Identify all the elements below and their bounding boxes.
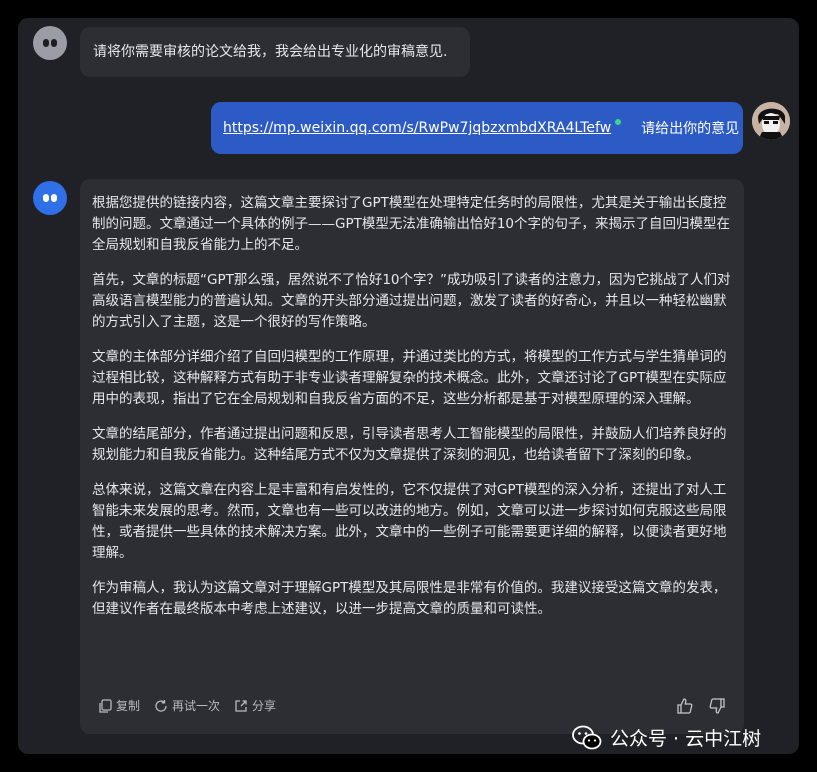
avatar-eye <box>43 39 49 47</box>
thumbs-up-button[interactable] <box>676 697 694 719</box>
watermark: 公众号 · 云中江树 <box>572 724 761 751</box>
retry-button[interactable]: 再试一次 <box>154 697 220 714</box>
message-actions: 复制 再试一次 分享 <box>98 697 290 714</box>
user-message: https://mp.weixin.qq.com/s/RwPw7jqbzxmbd… <box>211 102 743 154</box>
assistant-paragraph: 文章的主体部分详细介绍了自回归模型的工作原理，并通过类比的方式，将模型的工作方式… <box>92 349 727 407</box>
user-message-text: 请给出你的意见 <box>641 121 740 137</box>
avatar-eye <box>43 194 49 202</box>
avatar-eye <box>51 194 57 202</box>
thumbs-down-icon <box>709 698 725 714</box>
thumbs-down-button[interactable] <box>708 697 726 719</box>
assistant-paragraph: 首先，文章的标题“GPT那么强，居然说不了恰好10个字？”成功吸引了读者的注意力… <box>92 272 731 330</box>
system-avatar <box>33 26 67 60</box>
system-message-text: 请将你需要审核的论文给我，我会给出专业化的审稿意见. <box>93 44 448 60</box>
assistant-paragraph: 作为审稿人，我认为这篇文章对于理解GPT模型及其局限性是非常有价值的。我建议接受… <box>92 580 727 617</box>
article-link[interactable]: https://mp.weixin.qq.com/s/RwPw7jqbzxmbd… <box>223 120 611 136</box>
system-message: 请将你需要审核的论文给我，我会给出专业化的审稿意见. <box>80 27 470 77</box>
wechat-icon <box>572 725 602 749</box>
copy-label: 复制 <box>116 699 141 713</box>
share-icon <box>235 699 247 712</box>
thumbs-up-icon <box>677 698 693 714</box>
assistant-paragraph: 总体来说，这篇文章在内容上是丰富和有启发性的，它不仅提供了对GPT模型的深入分析… <box>92 482 727 561</box>
watermark-text: 公众号 · 云中江树 <box>610 728 762 750</box>
user-avatar-image <box>752 102 790 140</box>
retry-label: 再试一次 <box>172 699 221 713</box>
assistant-avatar <box>33 181 67 215</box>
copy-button[interactable]: 复制 <box>98 697 140 714</box>
share-button[interactable]: 分享 <box>234 697 276 714</box>
share-label: 分享 <box>252 699 277 713</box>
refresh-icon <box>155 699 167 712</box>
status-dot <box>615 119 622 125</box>
chat-window: 请将你需要审核的论文给我，我会给出专业化的审稿意见. https://mp.we… <box>18 18 799 754</box>
assistant-message: 根据您提供的链接内容，这篇文章主要探讨了GPT模型在处理特定任务时的局限性，尤其… <box>80 179 744 734</box>
user-avatar <box>752 102 790 140</box>
copy-icon <box>99 698 112 713</box>
assistant-paragraph: 根据您提供的链接内容，这篇文章主要探讨了GPT模型在处理特定任务时的局限性，尤其… <box>92 195 731 253</box>
assistant-paragraph: 文章的结尾部分，作者通过提出问题和反思，引导读者思考人工智能模型的局限性，并鼓励… <box>92 426 727 463</box>
avatar-eye <box>51 39 57 47</box>
feedback-buttons <box>662 697 726 719</box>
